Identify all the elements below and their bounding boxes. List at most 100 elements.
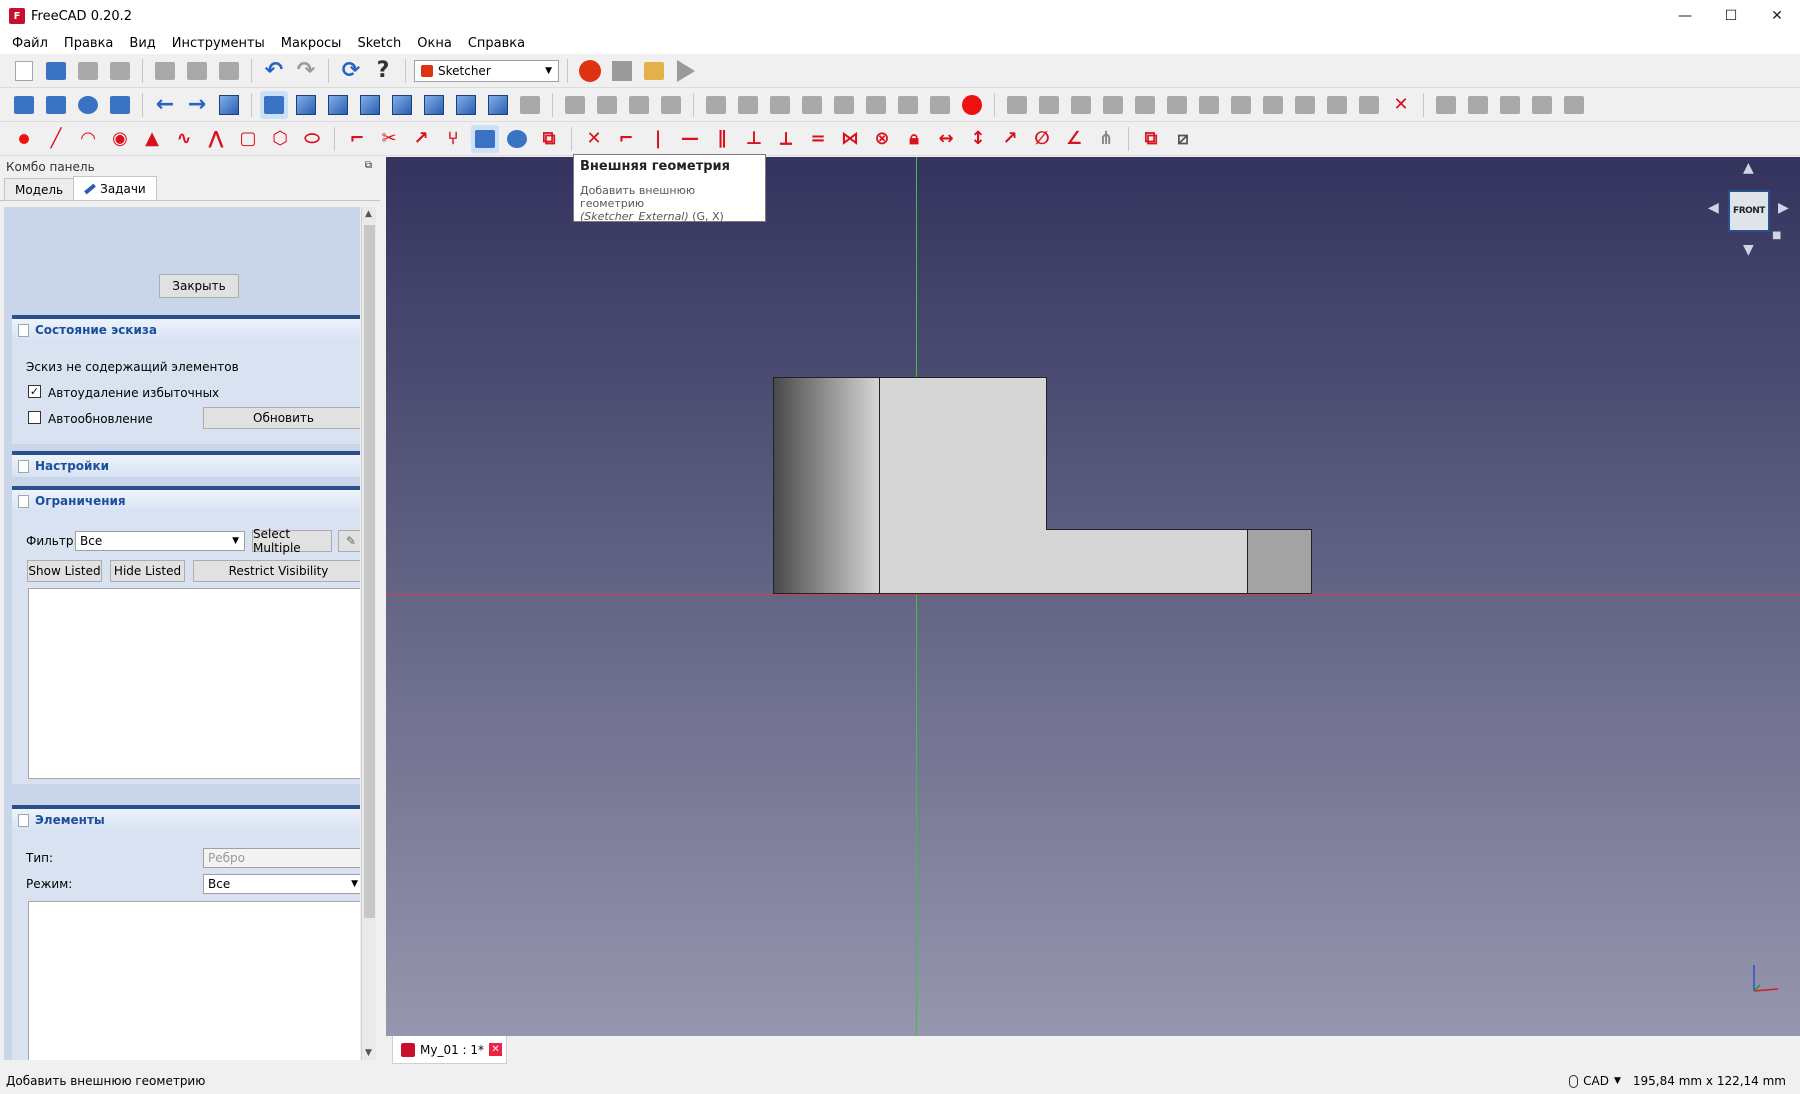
back-button[interactable]: ← [151,91,179,119]
remove-axes-alignment-button[interactable] [1355,91,1383,119]
stop-operation-button[interactable] [958,91,986,119]
view-isometric-button[interactable] [292,91,320,119]
section-constraints[interactable]: Ограничения [12,486,360,512]
validate-sketch-button[interactable] [862,91,890,119]
macro-stop-button[interactable] [608,57,636,85]
tab-tasks[interactable]: Задачи [73,176,157,200]
minimize-button[interactable]: — [1662,0,1708,32]
create-rectangle-button[interactable]: ▢ [234,125,262,153]
menu-tools[interactable]: Инструменты [164,36,273,51]
constrain-point-on-object-button[interactable]: ⌐ [612,125,640,153]
nav-up-arrow-icon[interactable]: ▲ [1743,160,1754,176]
constrain-horizontal-distance-button[interactable]: ↔ [932,125,960,153]
create-circle-button[interactable]: ◉ [106,125,134,153]
close-tab-icon[interactable]: ✕ [489,1043,503,1056]
create-slot-button[interactable]: ⬭ [298,125,326,153]
create-line-button[interactable]: ╱ [42,125,70,153]
create-polygon-button[interactable]: ⬡ [266,125,294,153]
part-block-face[interactable] [879,377,1047,594]
refresh-button[interactable]: ⟳ [337,57,365,85]
sync-view-button[interactable] [215,91,243,119]
constrain-angle-button[interactable]: ∠ [1060,125,1088,153]
forward-button[interactable]: → [183,91,211,119]
create-part-button[interactable] [561,91,589,119]
view-front-button[interactable] [324,91,352,119]
float-panel-icon[interactable]: ⧉ [365,160,372,171]
menu-macro[interactable]: Макросы [273,36,350,51]
view-top-button[interactable] [356,91,384,119]
create-bspline-button[interactable]: ∿ [170,125,198,153]
nav-down-arrow-icon[interactable]: ▼ [1743,242,1754,258]
create-point-button[interactable] [10,125,38,153]
constrain-distance-button[interactable]: ↗ [996,125,1024,153]
merge-sketch-button[interactable] [894,91,922,119]
navcube-front-face[interactable]: FRONT [1728,190,1770,232]
constrain-coincident-button[interactable]: ✕ [580,125,608,153]
leave-sketch-button[interactable] [734,91,762,119]
menu-sketch[interactable]: Sketch [349,36,409,51]
menu-edit[interactable]: Правка [56,36,121,51]
clone-button[interactable] [1291,91,1319,119]
fit-selection-button[interactable] [42,91,70,119]
navigation-cube[interactable]: ▲ ◀ ▶ ▼ FRONT ■ [1706,160,1796,260]
symmetry-button[interactable] [1259,91,1287,119]
constrain-vertical-button[interactable]: | [644,125,672,153]
bounding-box-button[interactable] [106,91,134,119]
toggle-driving-button[interactable]: ⧉ [1137,125,1165,153]
constrain-equal-button[interactable]: = [804,125,832,153]
create-arc-button[interactable]: ◠ [74,125,102,153]
paste-button[interactable] [215,57,243,85]
select-elements-button[interactable] [1195,91,1223,119]
select-vertical-axis-button[interactable] [1067,91,1095,119]
measure-button[interactable] [516,91,544,119]
macro-run-button[interactable] [672,57,700,85]
view-sketch-button[interactable] [766,91,794,119]
document-tab[interactable]: My_01 : 1* ✕ [392,1036,507,1064]
print-button[interactable] [106,57,134,85]
bspline-join-button[interactable] [1528,91,1556,119]
restrict-visibility-button[interactable]: Restrict Visibility [193,560,360,582]
create-group-button[interactable] [593,91,621,119]
settings-brush-button[interactable]: ✎ [338,530,360,552]
constrain-perpendicular-button[interactable]: ⊥ [740,125,768,153]
constrain-vertical-distance-button[interactable]: ↕ [964,125,992,153]
constrain-snell-button[interactable]: ⋔ [1092,125,1120,153]
nav-menu-icon[interactable]: ■ [1772,230,1781,241]
select-horizontal-axis-button[interactable] [1099,91,1127,119]
menu-file[interactable]: Файл [4,36,56,51]
undo-button[interactable]: ↶ [260,57,288,85]
external-geometry-button[interactable] [471,124,499,153]
bspline-degree-button[interactable] [1464,91,1492,119]
constrain-tangent-button[interactable]: ⟂ [772,125,800,153]
mirror-sketch-button[interactable] [926,91,954,119]
menu-windows[interactable]: Окна [409,36,460,51]
whats-this-button[interactable]: ? [369,57,397,85]
fit-all-button[interactable] [10,91,38,119]
constrain-symmetric-button[interactable]: ⋈ [836,125,864,153]
std-views-button[interactable] [260,90,288,119]
select-multiple-button[interactable]: Select Multiple [252,527,332,555]
scroll-thumb[interactable] [364,225,375,918]
scroll-up-icon[interactable]: ▲ [365,209,372,219]
carbon-copy-button[interactable] [503,125,531,153]
constrain-parallel-button[interactable]: ∥ [708,125,736,153]
maximize-button[interactable]: ☐ [1708,0,1754,32]
copy-button[interactable] [183,57,211,85]
part-flange-face[interactable] [1046,529,1248,594]
select-redundant-button[interactable] [1131,91,1159,119]
section-elements[interactable]: Элементы [12,805,360,831]
navigation-style-selector[interactable]: CAD ▼ [1569,1074,1621,1088]
part-end-face[interactable] [1247,529,1312,594]
view-rear-button[interactable] [420,91,448,119]
constrain-block-button[interactable]: ⊗ [868,125,896,153]
constrain-lock-button[interactable]: 🔒︎ [900,125,928,153]
link-actions-button[interactable] [657,91,685,119]
bspline-knot-button[interactable] [1496,91,1524,119]
select-constraints-button[interactable] [1003,91,1031,119]
macro-edit-button[interactable] [640,57,668,85]
show-listed-button[interactable]: Show Listed [27,560,102,582]
extend-button[interactable]: ↗ [407,125,435,153]
view-left-button[interactable] [484,91,512,119]
view-right-button[interactable] [388,91,416,119]
mode-select[interactable]: Все ▼ [203,874,360,894]
